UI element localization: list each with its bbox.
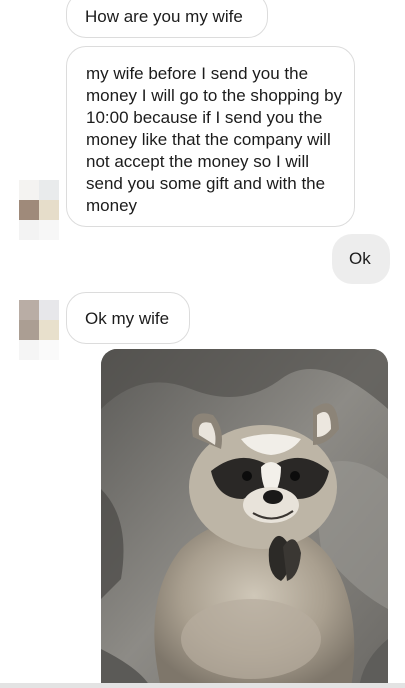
chat-thread: How are you my wife my wife before I sen…	[0, 0, 405, 688]
sender-avatar[interactable]	[19, 180, 59, 240]
outgoing-message-bubble[interactable]: Ok	[332, 234, 390, 284]
incoming-message-bubble[interactable]: my wife before I send you the money I wi…	[66, 46, 355, 227]
message-text: my wife before I send you the money I wi…	[86, 64, 343, 215]
incoming-message-bubble[interactable]: Ok my wife	[66, 292, 190, 344]
raccoon-photo[interactable]	[101, 349, 388, 688]
incoming-message-bubble[interactable]: How are you my wife	[66, 0, 268, 38]
message-text: Ok	[349, 249, 371, 268]
bottom-divider	[0, 683, 405, 688]
sender-avatar[interactable]	[19, 300, 59, 360]
message-text: How are you my wife	[85, 7, 243, 26]
message-text: Ok my wife	[85, 309, 170, 328]
